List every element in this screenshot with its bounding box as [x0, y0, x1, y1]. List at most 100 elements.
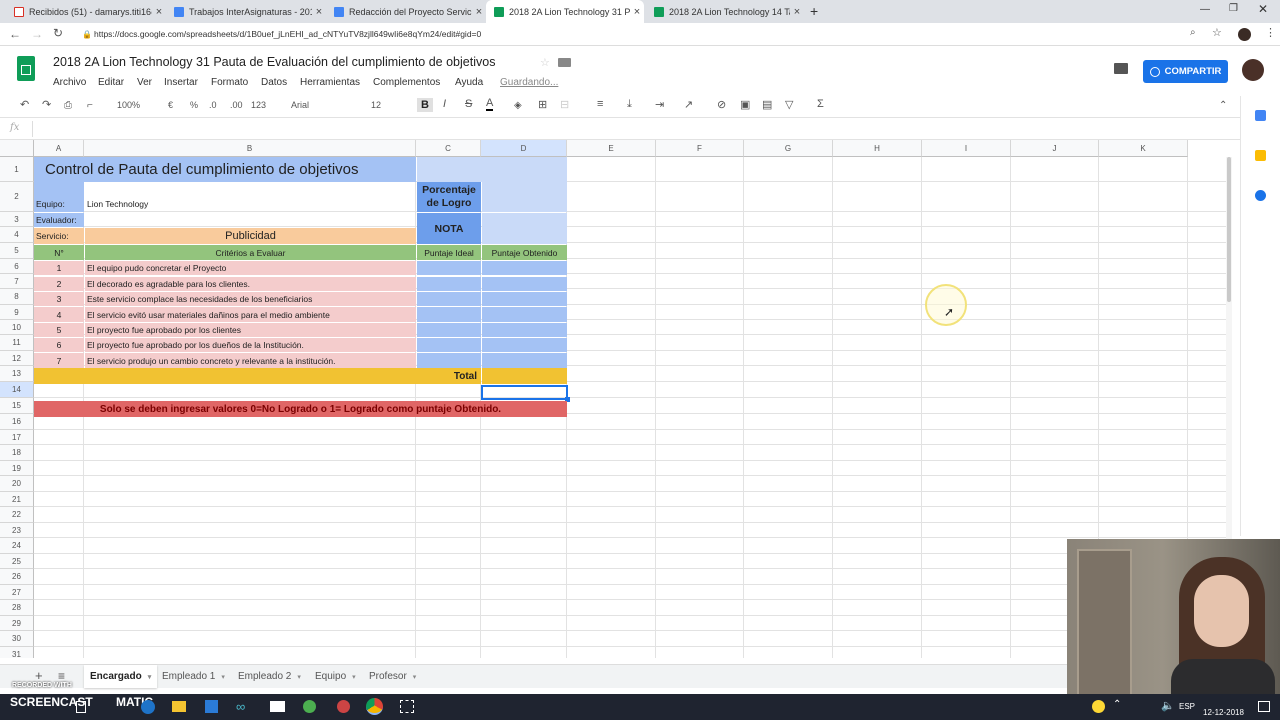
currency-button[interactable]: €: [168, 100, 173, 110]
row-header-31[interactable]: 31: [0, 646, 34, 658]
calendar-icon[interactable]: [1255, 110, 1266, 121]
criterion-text[interactable]: Este servicio complace las necesidades d…: [85, 292, 416, 306]
italic-button[interactable]: I: [443, 98, 446, 110]
browser-tab-pauta[interactable]: 2018 2A Lion Technology 31 Pau ×: [486, 0, 644, 23]
criterion-number[interactable]: 7: [34, 353, 84, 368]
cell-nota-label[interactable]: NOTA: [417, 213, 481, 244]
column-header-a[interactable]: A: [34, 140, 84, 157]
percent-button[interactable]: %: [190, 100, 198, 110]
vertical-scroll-thumb[interactable]: [1227, 157, 1231, 302]
row-header-19[interactable]: 19: [0, 460, 34, 476]
row-header-7[interactable]: 7: [0, 274, 34, 289]
row-header-12[interactable]: 12: [0, 351, 34, 366]
cell-note[interactable]: Solo se deben ingresar valores 0=No Logr…: [34, 401, 567, 417]
sheet-tab-encargado[interactable]: Encargado ▾: [84, 665, 158, 688]
select-all-corner[interactable]: [0, 140, 34, 157]
mail-icon[interactable]: [270, 701, 285, 712]
browser-tab-tabla[interactable]: 2018 2A Lion Technology 14 Tab ×: [646, 0, 804, 23]
browser-tab-redaccion[interactable]: Redacción del Proyecto Servicio ×: [326, 0, 486, 23]
criterion-text[interactable]: El proyecto fue aprobado por los cliente…: [85, 323, 416, 337]
reload-icon[interactable]: ↻: [53, 26, 63, 40]
sheets-logo-icon[interactable]: [17, 56, 35, 81]
sheet-tab-profesor[interactable]: Profesor ▾: [363, 665, 422, 688]
increase-decimals-button[interactable]: .00: [230, 100, 243, 110]
document-title[interactable]: 2018 2A Lion Technology 31 Pauta de Eval…: [53, 55, 495, 69]
row-header-26[interactable]: 26: [0, 569, 34, 585]
cell-hdr-n[interactable]: N°: [34, 245, 84, 260]
app-icon-globe[interactable]: [303, 700, 316, 713]
column-header-e[interactable]: E: [567, 140, 656, 157]
sheet-tab-equipo[interactable]: Equipo ▾: [309, 665, 362, 688]
user-avatar[interactable]: [1242, 59, 1264, 81]
cell-servicio-value[interactable]: Publicidad: [85, 228, 416, 244]
close-icon[interactable]: ×: [152, 6, 166, 18]
menu-archivo[interactable]: Archivo: [53, 77, 86, 88]
cell-porcentaje-value[interactable]: [482, 182, 567, 212]
criterion-ideal[interactable]: [417, 277, 481, 291]
edge-icon[interactable]: [141, 700, 155, 714]
font-size-select[interactable]: 12: [371, 100, 381, 110]
column-header-k[interactable]: K: [1099, 140, 1188, 157]
cell-equipo-value[interactable]: Lion Technology: [85, 182, 416, 212]
text-rotation-icon[interactable]: ↗: [684, 98, 693, 111]
menu-herramientas[interactable]: Herramientas: [300, 77, 360, 88]
row-header-13[interactable]: 13: [0, 366, 34, 382]
row-header-3[interactable]: 3: [0, 212, 34, 227]
taskview-icon[interactable]: [76, 701, 86, 713]
date-text[interactable]: 12-12-2018: [1203, 708, 1244, 717]
column-header-f[interactable]: F: [656, 140, 744, 157]
language-indicator[interactable]: ESP: [1179, 702, 1195, 711]
share-button[interactable]: COMPARTIR: [1143, 60, 1228, 83]
cell-porcentaje-label[interactable]: Porcentaje de Logro: [417, 182, 481, 212]
criterion-number[interactable]: 4: [34, 307, 84, 322]
row-header-11[interactable]: 11: [0, 335, 34, 351]
cell-hdr-ideal[interactable]: Puntaje Ideal: [417, 245, 481, 260]
criterion-text[interactable]: El equipo pudo concretar el Proyecto: [85, 261, 416, 275]
undo-icon[interactable]: ↶: [20, 98, 29, 111]
cell-hdr-obtenido[interactable]: Puntaje Obtenido: [482, 245, 567, 260]
app-icon-infinity[interactable]: ∞: [236, 699, 245, 714]
print-icon[interactable]: ⎙: [64, 100, 72, 111]
spreadsheet-grid[interactable]: ABCDEFGHIJK 1 2 3 4 5 6 7 8 9 10 11 12 13 14 15 16 17 18 1…: [0, 140, 1232, 658]
sheet-tab-empleado-2[interactable]: Empleado 2 ▾: [232, 665, 307, 688]
criterion-obtenido[interactable]: [482, 353, 567, 368]
text-color-button[interactable]: A: [486, 97, 494, 111]
row-header-1[interactable]: 1: [0, 157, 34, 182]
criterion-obtenido[interactable]: [482, 323, 567, 337]
cell-servicio-label[interactable]: Servicio:: [34, 228, 84, 244]
criterion-number[interactable]: 5: [34, 323, 84, 337]
menu-complementos[interactable]: Complementos: [373, 77, 440, 88]
volume-icon[interactable]: 🔈: [1161, 699, 1175, 712]
functions-button[interactable]: Σ: [817, 98, 824, 110]
column-header-g[interactable]: G: [744, 140, 833, 157]
star-icon[interactable]: ☆: [1212, 26, 1222, 39]
criterion-ideal[interactable]: [417, 261, 481, 275]
row-header-30[interactable]: 30: [0, 631, 34, 647]
selected-cell-d14[interactable]: [481, 385, 568, 400]
criterion-number[interactable]: 3: [34, 292, 84, 306]
app-icon-pen[interactable]: [337, 700, 350, 713]
row-header-22[interactable]: 22: [0, 507, 34, 523]
row-header-4[interactable]: 4: [0, 227, 34, 243]
chart-icon[interactable]: ▤: [762, 98, 772, 111]
restore-icon[interactable]: ❐: [1229, 3, 1238, 14]
row-header-28[interactable]: 28: [0, 600, 34, 616]
cell-heading[interactable]: Control de Pauta del cumplimiento de obj…: [34, 157, 416, 182]
chrome-taskbar-icon[interactable]: [366, 698, 383, 715]
link-icon[interactable]: ⊘: [717, 98, 726, 111]
cell-equipo-label[interactable]: Equipo:: [34, 182, 84, 212]
criterion-obtenido[interactable]: [482, 261, 567, 275]
sheet-tab-empleado-1[interactable]: Empleado 1 ▾: [156, 665, 231, 688]
merge-cells-icon[interactable]: ⊟: [560, 98, 569, 111]
row-header-16[interactable]: 16: [0, 414, 34, 430]
minimize-icon[interactable]: —: [1200, 4, 1210, 15]
text-wrap-icon[interactable]: ⇥: [655, 98, 664, 111]
collapse-toolbar-icon[interactable]: ⌃: [1219, 100, 1227, 111]
criterion-ideal[interactable]: [417, 307, 481, 322]
comments-icon[interactable]: [1114, 63, 1128, 74]
criterion-text[interactable]: El servicio produjo un cambio concreto y…: [85, 353, 416, 368]
column-header-b[interactable]: B: [84, 140, 416, 157]
forward-icon[interactable]: →: [31, 27, 43, 41]
window-close-icon[interactable]: ✕: [1258, 2, 1268, 16]
row-header-23[interactable]: 23: [0, 522, 34, 538]
